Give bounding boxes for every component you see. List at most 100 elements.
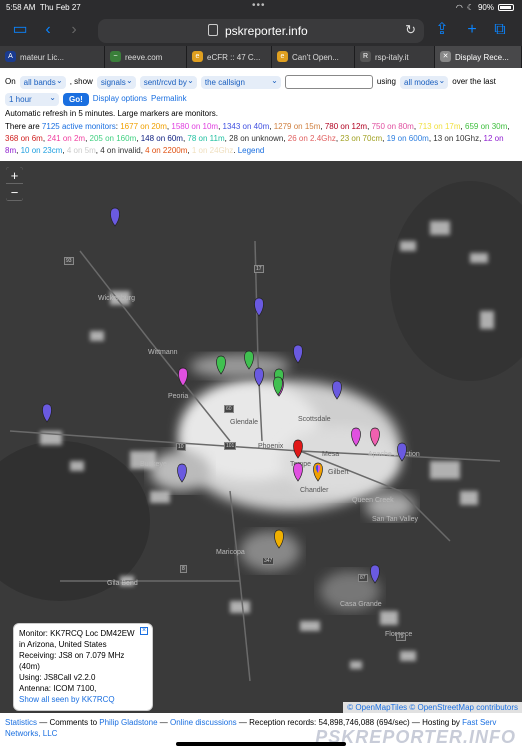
on-label: On (5, 77, 16, 86)
status-bar: 5:58 AM Thu Feb 27 ••• ◠ ☾ 90% (0, 0, 522, 14)
marker-pin[interactable] (351, 427, 361, 447)
summary-colon: : (115, 122, 118, 131)
band-count[interactable]: 10 on 23cm (21, 146, 63, 155)
band-count[interactable]: 4 on 5m (67, 146, 96, 155)
a-icon: A (5, 51, 16, 62)
marker-pin[interactable] (254, 367, 264, 387)
bands-select[interactable]: all bands (19, 74, 66, 89)
period-select[interactable]: 1 hour (5, 91, 59, 106)
tab-label: reeve.com (125, 52, 163, 62)
tabs-overview-icon[interactable]: ⧉ (490, 20, 510, 40)
marker-pin[interactable] (110, 207, 120, 227)
marker-pin[interactable] (397, 442, 407, 462)
band-count[interactable]: 368 on 6m (5, 134, 43, 143)
status-right: ◠ ☾ 90% (456, 3, 514, 12)
openmaptiles-link[interactable]: © OpenMapTiles (347, 703, 407, 712)
close-icon[interactable]: ✕ (440, 51, 451, 62)
share-icon[interactable]: ⇪ (432, 20, 452, 40)
marker-pin[interactable] (332, 380, 342, 400)
band-count[interactable]: 23 on 70cm (340, 134, 382, 143)
marker-pin[interactable] (216, 355, 226, 375)
marker-pin[interactable] (370, 564, 380, 584)
band-count[interactable]: 1677 on 20m (120, 122, 167, 131)
openstreetmap-link[interactable]: © OpenStreetMap contributors (409, 703, 518, 712)
permalink-link[interactable]: Permalink (151, 93, 187, 105)
sent-rcvd-select[interactable]: sent/rcvd by (139, 74, 197, 89)
band-count[interactable]: 1279 on 15m (274, 122, 321, 131)
band-count[interactable]: 4 on 2200m (145, 146, 187, 155)
marker-pin[interactable] (42, 403, 52, 423)
url-text: pskreporter.info (225, 24, 308, 38)
footer-text: — Comments to (37, 718, 100, 727)
address-bar[interactable]: pskreporter.info ↻ (98, 19, 424, 43)
callsign-select[interactable]: the callsign (200, 74, 281, 89)
signals-select[interactable]: signals (96, 74, 136, 89)
browser-chrome: 5:58 AM Thu Feb 27 ••• ◠ ☾ 90% ▭ ‹ › psk… (0, 0, 522, 68)
marker-pin[interactable] (313, 462, 323, 482)
zoom-in-button[interactable]: + (6, 167, 23, 184)
band-count[interactable]: 713 on 17m (418, 122, 460, 131)
band-count[interactable]: 205 on 160m (90, 134, 137, 143)
refresh-note: Automatic refresh in 5 minutes. Large ma… (5, 109, 218, 118)
sidebar-icon[interactable]: ▭ (10, 20, 30, 40)
popup-location: in Arizona, United States (19, 640, 107, 649)
marker-pin[interactable] (244, 350, 254, 370)
legend-link[interactable]: Legend (238, 146, 265, 155)
band-count[interactable]: 78 on 11m (187, 134, 224, 143)
band-count[interactable]: 26 on 2.4Ghz (288, 134, 336, 143)
wifi-icon: ◠ (455, 3, 463, 12)
band-count[interactable]: 659 on 30m (465, 122, 507, 131)
tab-label: eCFR :: 47 C... (207, 52, 261, 62)
show-all-seen-link[interactable]: Show all seen by KK7RCQ (19, 694, 147, 705)
active-monitors-link[interactable]: 7125 active monitors (42, 122, 116, 131)
safari-toolbar: ▭ ‹ › pskreporter.info ↻ ⇪ + ⧉ (0, 16, 522, 44)
discussions-link[interactable]: Online discussions (170, 718, 237, 727)
marker-pin[interactable] (274, 529, 284, 549)
callsign-input[interactable] (284, 75, 373, 89)
marker-pin[interactable] (254, 297, 264, 317)
band-count[interactable]: 28 on unknown (229, 134, 283, 143)
show-label: , show (69, 77, 93, 86)
marker-pin[interactable] (293, 344, 303, 364)
band-count[interactable]: 19 on 600m (387, 134, 429, 143)
band-count[interactable]: 780 on 12m (325, 122, 367, 131)
band-count[interactable]: 1580 on 10m (171, 122, 218, 131)
author-link[interactable]: Philip Gladstone (99, 718, 157, 727)
page-icon (208, 24, 218, 36)
display-options-link[interactable]: Display options (93, 93, 147, 105)
home-indicator[interactable] (176, 742, 346, 746)
reload-icon[interactable]: ↻ (405, 22, 416, 38)
band-count[interactable]: 4 on invalid (100, 146, 140, 155)
tab-bar: A mateur Lic... ~ reeve.com e eCFR :: 47… (0, 46, 522, 68)
marker-pin[interactable] (178, 367, 188, 387)
band-count[interactable]: 1 on 24Ghz (192, 146, 233, 155)
marker-pin[interactable] (293, 439, 303, 459)
band-count[interactable]: 13 on 10Ghz (433, 134, 479, 143)
marker-pin[interactable] (370, 427, 380, 447)
tab-reeve[interactable]: ~ reeve.com (105, 46, 187, 68)
tab-ecfr[interactable]: e eCFR :: 47 C... (187, 46, 272, 68)
new-tab-icon[interactable]: + (462, 20, 482, 40)
tab-amateur-license[interactable]: A mateur Lic... (0, 46, 105, 68)
zoom-out-button[interactable]: − (6, 184, 23, 201)
tab-display-reception[interactable]: ✕ Display Rece... (435, 46, 522, 68)
band-count[interactable]: 750 on 80m (372, 122, 414, 131)
modes-select[interactable]: all modes (400, 74, 449, 89)
forward-icon[interactable]: › (64, 20, 84, 40)
marker-pin[interactable] (293, 462, 303, 482)
go-button[interactable]: Go! (63, 92, 89, 106)
map-view[interactable]: Wickenburg Wittmann Peoria Glendale Phoe… (0, 161, 522, 713)
popup-antenna: Antenna: ICOM 7100, (19, 684, 97, 693)
back-icon[interactable]: ‹ (38, 20, 58, 40)
multitask-dots-icon[interactable]: ••• (252, 0, 266, 11)
band-count[interactable]: 148 on 60m (141, 134, 183, 143)
band-count[interactable]: 241 on 2m (47, 134, 85, 143)
close-popup-icon[interactable]: × (140, 627, 148, 635)
band-count[interactable]: 1343 on 40m (223, 122, 270, 131)
statistics-link[interactable]: Statistics (5, 718, 37, 727)
marker-pin[interactable] (177, 463, 187, 483)
band-separator: , (507, 122, 510, 131)
tab-rsp-italy[interactable]: R rsp-italy.it (355, 46, 435, 68)
globe-icon: ~ (110, 51, 121, 62)
tab-cant-open[interactable]: e Can't Open... (272, 46, 355, 68)
